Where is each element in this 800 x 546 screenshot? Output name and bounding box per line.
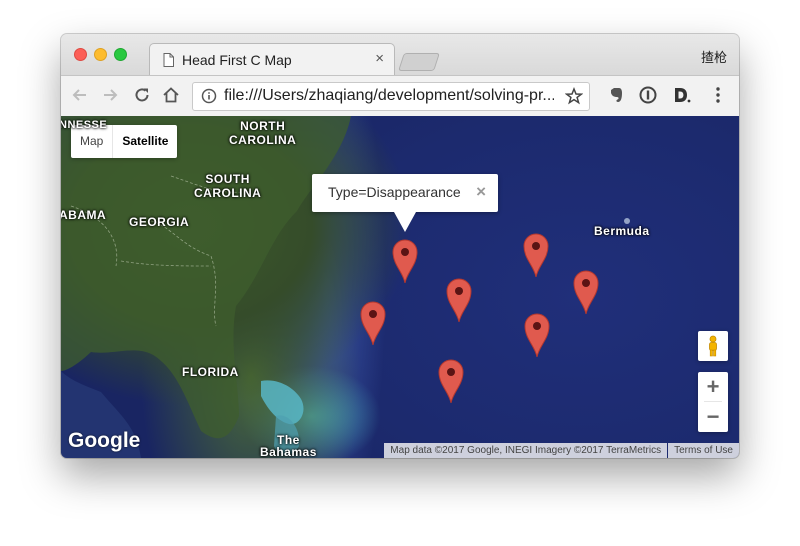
map-marker[interactable]	[360, 301, 386, 345]
tab-title: Head First C Map	[182, 52, 292, 68]
info-window: Type=Disappearance ×	[312, 174, 498, 232]
map-label-florida: FLORIDA	[182, 365, 239, 379]
dashlane-d-icon[interactable]	[670, 84, 692, 106]
reload-icon[interactable]	[131, 84, 153, 106]
map-marker[interactable]	[523, 233, 549, 277]
new-tab-button[interactable]	[398, 53, 440, 71]
info-icon[interactable]	[201, 88, 217, 104]
map-view[interactable]: Map Satellite NNESSE NORTH CAROLINA SOUT…	[61, 116, 739, 458]
map-label-bahamas: The Bahamas	[260, 433, 317, 458]
info-window-close-icon[interactable]: ×	[476, 182, 486, 202]
map-label-south-carolina: SOUTH CAROLINA	[194, 172, 262, 200]
address-bar[interactable]: file:///Users/zhaqiang/development/solvi…	[192, 82, 590, 111]
menu-more-icon[interactable]	[707, 84, 729, 106]
url-text[interactable]: file:///Users/zhaqiang/development/solvi…	[224, 87, 554, 105]
attribution-text: Map data ©2017 Google, INEGI Imagery ©20…	[384, 443, 668, 458]
onepassword-icon[interactable]	[637, 84, 659, 106]
minimize-window-button[interactable]	[94, 48, 107, 61]
zoom-window-button[interactable]	[114, 48, 127, 61]
title-bar: Head First C Map × 揸枪	[61, 34, 739, 77]
home-icon[interactable]	[160, 84, 182, 106]
street-view-pegman-button[interactable]	[698, 331, 728, 361]
profile-name[interactable]: 揸枪	[701, 47, 727, 66]
map-label-georgia: GEORGIA	[129, 215, 190, 229]
map-label-north-carolina: NORTH CAROLINA	[229, 119, 297, 147]
close-window-button[interactable]	[74, 48, 87, 61]
map-label-tennessee: NNESSE	[61, 119, 108, 131]
map-attribution: Map data ©2017 Google, INEGI Imagery ©20…	[384, 443, 739, 458]
google-logo[interactable]: Google	[68, 429, 140, 453]
bookmark-star-icon[interactable]	[565, 87, 583, 105]
map-type-satellite-button[interactable]: Satellite	[112, 125, 177, 158]
map-marker[interactable]	[446, 278, 472, 322]
map-marker[interactable]	[438, 359, 464, 403]
zoom-control: + −	[698, 372, 728, 432]
map-marker[interactable]	[392, 239, 418, 283]
info-window-text: Type=Disappearance	[328, 184, 461, 200]
document-icon	[163, 53, 174, 67]
evernote-icon[interactable]	[605, 84, 627, 106]
tab-close-icon[interactable]: ×	[375, 50, 384, 67]
map-label-bermuda: Bermuda	[594, 224, 650, 238]
terms-of-use-link[interactable]: Terms of Use	[668, 443, 739, 458]
zoom-in-button[interactable]: +	[698, 372, 728, 401]
map-marker[interactable]	[524, 313, 550, 357]
browser-window: Head First C Map × 揸枪 file:///Users/zhaq…	[61, 34, 739, 458]
map-label-alabama: ABAMA	[61, 208, 107, 222]
forward-arrow-icon[interactable]	[99, 84, 121, 106]
pegman-icon	[709, 335, 717, 357]
browser-tab[interactable]: Head First C Map ×	[149, 43, 395, 77]
map-marker[interactable]	[573, 270, 599, 314]
back-arrow-icon[interactable]	[69, 84, 91, 106]
browser-toolbar: file:///Users/zhaqiang/development/solvi…	[61, 75, 739, 117]
map-imagery	[61, 116, 630, 458]
zoom-out-button[interactable]: −	[698, 402, 728, 431]
